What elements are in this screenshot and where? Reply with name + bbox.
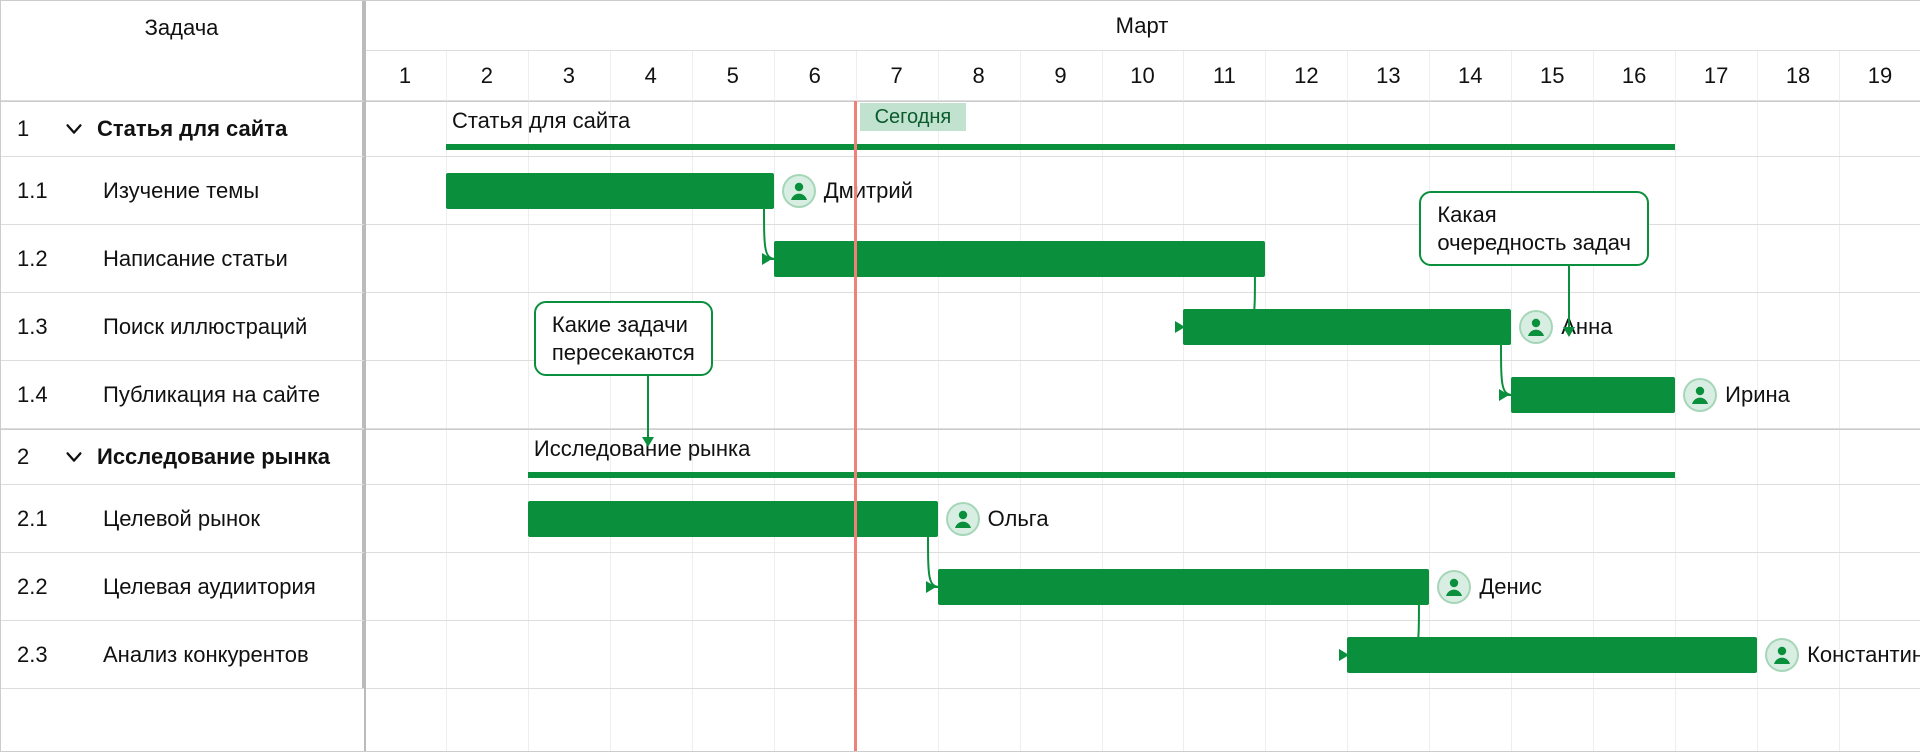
header-day-4: 4	[610, 51, 692, 101]
row-number: 1.3	[17, 314, 51, 340]
row-title: Написание статьи	[61, 246, 288, 272]
row-number: 1	[17, 116, 51, 142]
header-day-3: 3	[528, 51, 610, 101]
today-badge: Сегодня	[860, 103, 967, 131]
header-day-17: 17	[1675, 51, 1757, 101]
row-number: 2.1	[17, 506, 51, 532]
task-row-2.3[interactable]: 2.3 Анализ конкурентов Константин	[1, 621, 1920, 689]
chevron-down-icon[interactable]	[61, 444, 87, 470]
row-title: Целевая аудиитория	[61, 574, 316, 600]
row-title: Анализ конкурентов	[61, 642, 309, 668]
assignee: Дмитрий	[782, 174, 913, 208]
header-day-11: 11	[1183, 51, 1265, 101]
task-bar-1.1[interactable]	[446, 173, 774, 209]
group-summary-bar[interactable]	[446, 144, 1675, 150]
dependency-arrow	[926, 501, 962, 611]
group-row-2[interactable]: 2Исследование рынкаИсследование рынка	[1, 429, 1920, 485]
assignee-name: Ирина	[1725, 382, 1790, 408]
row-number: 2.3	[17, 642, 51, 668]
row-number: 1.2	[17, 246, 51, 272]
header-day-16: 16	[1593, 51, 1675, 101]
callout-arrow	[628, 369, 688, 465]
assignee-name: Дмитрий	[824, 178, 913, 204]
dependency-arrow	[1499, 309, 1535, 419]
task-bar-1.4[interactable]	[1511, 377, 1675, 413]
header-day-15: 15	[1511, 51, 1593, 101]
header-day-10: 10	[1102, 51, 1184, 101]
assignee: Константин	[1765, 638, 1920, 672]
group-summary-label: Статья для сайта	[452, 108, 630, 134]
header-day-13: 13	[1347, 51, 1429, 101]
header-day-7: 7	[856, 51, 938, 101]
callout-sequence: Какая очередность задач	[1419, 191, 1649, 266]
header-day-2: 2	[446, 51, 528, 101]
row-title: Поиск иллюстраций	[61, 314, 307, 340]
row-number: 1.1	[17, 178, 51, 204]
assignee-name: Ольга	[988, 506, 1049, 532]
avatar-icon	[1765, 638, 1799, 672]
header-day-5: 5	[692, 51, 774, 101]
assignee-name: Денис	[1479, 574, 1542, 600]
callout-overlap: Какие задачи пересекаются	[534, 301, 713, 376]
header-day-8: 8	[938, 51, 1020, 101]
today-line	[854, 101, 857, 751]
task-row-1.4[interactable]: 1.4 Публикация на сайте Ирина	[1, 361, 1920, 429]
row-title: Целевой рынок	[61, 506, 260, 532]
task-row-1.3[interactable]: 1.3Поиск иллюстрацийАнна	[1, 293, 1920, 361]
header-day-12: 12	[1265, 51, 1347, 101]
row-number: 2.2	[17, 574, 51, 600]
header-day-18: 18	[1757, 51, 1839, 101]
row-title: Публикация на сайте	[61, 382, 320, 408]
dependency-arrow	[1171, 241, 1289, 351]
callout-arrow	[1539, 259, 1599, 355]
header-month: Март	[364, 1, 1920, 51]
group-summary-bar[interactable]	[528, 472, 1675, 478]
header-day-1: 1	[364, 51, 446, 101]
header-day-19: 19	[1839, 51, 1920, 101]
row-title: Изучение темы	[61, 178, 259, 204]
header-task-col: Задача	[1, 1, 364, 101]
row-title: Исследование рынка	[97, 444, 330, 470]
dependency-arrow	[1335, 569, 1453, 679]
assignee-name: Константин	[1807, 642, 1920, 668]
header-day-6: 6	[774, 51, 856, 101]
assignee: Ирина	[1683, 378, 1790, 412]
dependency-arrow	[762, 173, 798, 283]
header-day-9: 9	[1020, 51, 1102, 101]
row-title: Статья для сайта	[97, 116, 287, 142]
row-number: 1.4	[17, 382, 51, 408]
header-day-14: 14	[1429, 51, 1511, 101]
chevron-down-icon[interactable]	[61, 116, 87, 142]
task-bar-2.1[interactable]	[528, 501, 938, 537]
row-number: 2	[17, 444, 51, 470]
avatar-icon	[1683, 378, 1717, 412]
